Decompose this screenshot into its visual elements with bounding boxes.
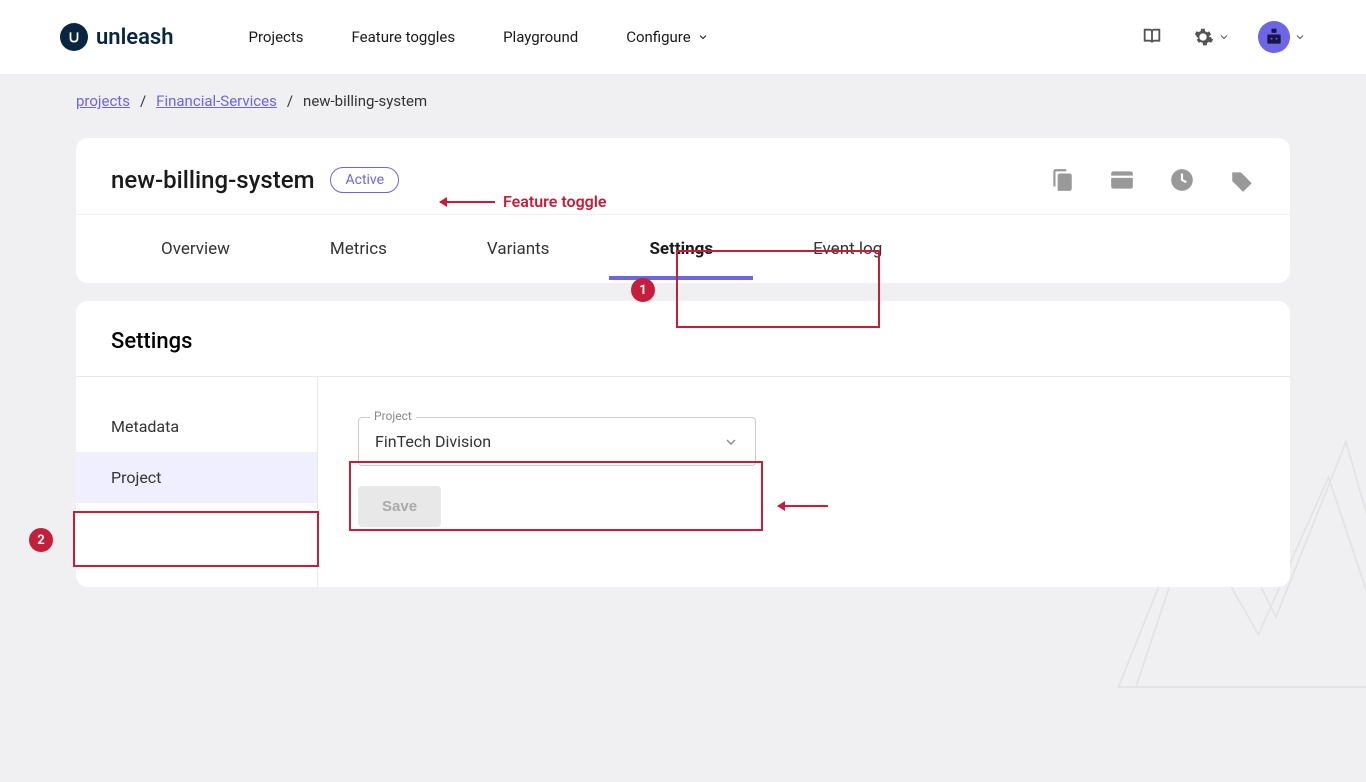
breadcrumb-project[interactable]: Financial-Services (156, 92, 277, 110)
tab-overview[interactable]: Overview (111, 215, 280, 283)
clock-icon[interactable] (1169, 167, 1195, 193)
nav-projects[interactable]: Projects (249, 28, 304, 46)
app-header: unleash Projects Feature toggles Playgro… (0, 0, 1366, 74)
settings-menu[interactable] (1192, 26, 1230, 48)
feature-name: new-billing-system (111, 166, 314, 194)
feature-card: new-billing-system Active Overview (76, 138, 1290, 283)
breadcrumb-current: new-billing-system (303, 92, 427, 110)
breadcrumb: projects / Financial-Services / new-bill… (0, 74, 1366, 128)
tab-variants[interactable]: Variants (437, 215, 600, 283)
settings-card: Settings Metadata Project Project FinTec… (76, 301, 1290, 587)
chevron-down-icon (697, 31, 709, 43)
logo[interactable]: unleash (60, 23, 174, 51)
tab-metrics[interactable]: Metrics (280, 215, 437, 283)
breadcrumb-separator: / (140, 92, 146, 110)
settings-content: Project FinTech Division Save (318, 377, 1290, 587)
logo-mark (60, 23, 88, 51)
nav-playground[interactable]: Playground (503, 28, 578, 46)
copy-icon[interactable] (1049, 167, 1075, 193)
nav-configure[interactable]: Configure (626, 28, 709, 46)
project-select-value: FinTech Division (375, 432, 491, 451)
project-field: Project FinTech Division (358, 417, 756, 466)
user-menu[interactable] (1258, 21, 1306, 53)
archive-icon[interactable] (1109, 167, 1135, 193)
tab-settings[interactable]: Settings (599, 215, 763, 283)
breadcrumb-projects[interactable]: projects (76, 92, 130, 110)
tab-eventlog[interactable]: Event log (763, 215, 932, 283)
chevron-down-icon (1294, 31, 1306, 43)
annotation-feature-toggle: Feature toggle (440, 192, 607, 211)
chevron-down-icon (1218, 31, 1230, 43)
header-actions (1140, 21, 1306, 53)
main-nav: Projects Feature toggles Playground Conf… (249, 28, 709, 46)
feature-tabs: Overview Metrics Variants Settings Event… (76, 214, 1290, 283)
gear-icon (1192, 26, 1214, 48)
project-select[interactable]: FinTech Division (358, 417, 756, 466)
settings-nav: Metadata Project (76, 377, 318, 587)
feature-header: new-billing-system Active (76, 138, 1290, 214)
chevron-down-icon (723, 434, 739, 450)
annotation-text: Feature toggle (503, 192, 607, 211)
annotation-bullet-2: 2 (29, 528, 53, 552)
avatar (1258, 21, 1290, 53)
settings-body: Metadata Project Project FinTech Divisio… (76, 376, 1290, 587)
settings-nav-project[interactable]: Project (76, 452, 317, 503)
tag-icon[interactable] (1229, 167, 1255, 193)
annotation-arrow-project (778, 495, 828, 514)
settings-heading: Settings (76, 301, 1290, 376)
nav-toggles[interactable]: Feature toggles (352, 28, 456, 46)
status-badge: Active (330, 167, 399, 193)
settings-nav-metadata[interactable]: Metadata (76, 401, 317, 452)
nav-configure-label: Configure (626, 28, 691, 46)
save-button[interactable]: Save (358, 486, 441, 527)
annotation-bullet-1: 1 (631, 278, 655, 302)
project-field-label: Project (370, 409, 416, 423)
docs-icon[interactable] (1140, 25, 1164, 49)
feature-actions (1049, 167, 1255, 193)
breadcrumb-separator: / (287, 92, 293, 110)
logo-text: unleash (96, 25, 174, 50)
